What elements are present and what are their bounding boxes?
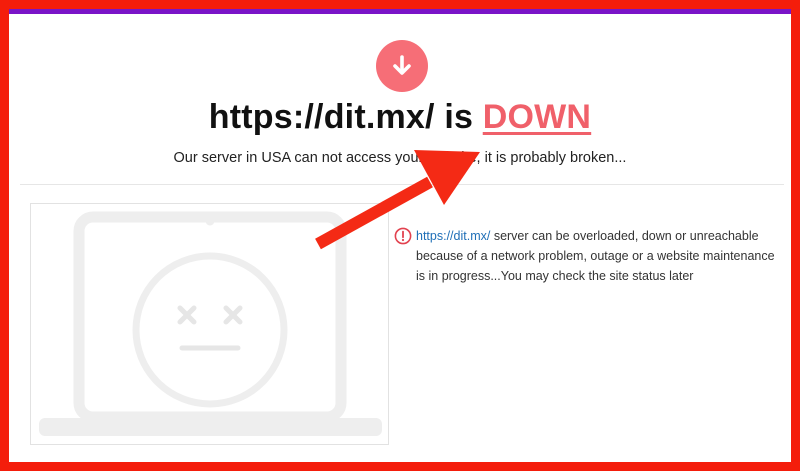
broken-laptop-icon xyxy=(39,211,382,436)
checked-url: https://dit.mx/ is xyxy=(208,98,483,136)
exclamation-circle-icon xyxy=(394,227,412,245)
status-description: Our server in USA can not access your we… xyxy=(173,150,627,166)
info-text: https://dit.mx/ server can be overloaded… xyxy=(416,226,784,286)
divider xyxy=(20,184,784,185)
arrow-down-icon xyxy=(393,55,411,75)
status-down-badge xyxy=(376,40,428,92)
site-link[interactable]: https://dit.mx/ xyxy=(416,229,490,243)
down-status-link[interactable]: DOWN xyxy=(483,98,591,136)
broken-laptop-illustration xyxy=(30,203,389,445)
page-title: https://dit.mx/ is DOWN xyxy=(0,98,800,137)
top-accent-bar xyxy=(9,9,791,14)
